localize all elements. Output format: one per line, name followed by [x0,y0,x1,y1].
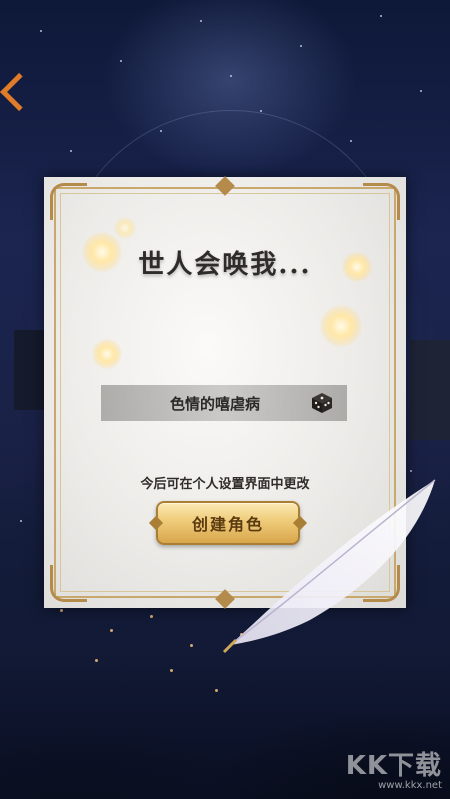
dialog-title: 世人会唤我... [138,250,312,280]
corner-ornament [50,183,87,220]
character-name-value: 色情的嘻虐病 [169,394,260,413]
tower-silhouette-left [14,330,44,410]
light-orb [92,339,122,369]
dice-icon[interactable] [309,390,335,416]
light-orb [320,305,362,347]
feather-quill-icon [222,479,436,654]
tower-silhouette-right [410,340,450,440]
corner-ornament [50,565,87,602]
watermark-logo: KK下载 [345,751,442,781]
light-orb [114,217,136,239]
character-name-field[interactable]: 色情的嘻虐病 [101,385,347,421]
corner-ornament [363,183,400,220]
watermark: KK下载 www.kkx.net [346,745,442,791]
